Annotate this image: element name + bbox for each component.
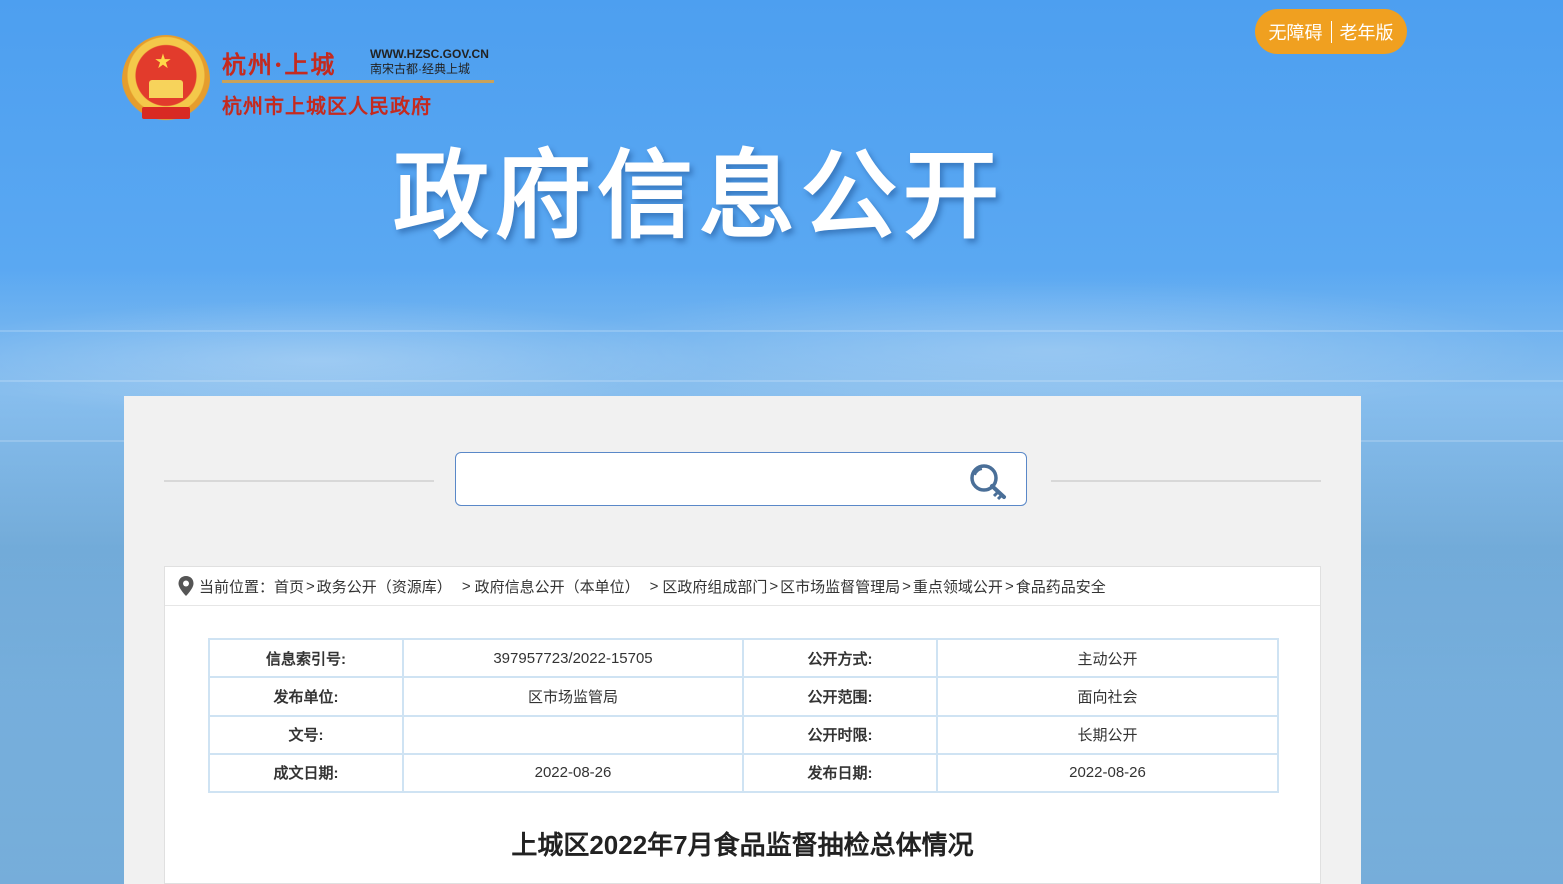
logo-url: WWW.HZSC.GOV.CN	[370, 47, 489, 61]
meta-value: 面向社会	[936, 676, 1279, 717]
breadcrumb-prefix: 当前位置：	[199, 578, 275, 596]
meta-label: 公开范围:	[742, 676, 938, 717]
meta-value: 主动公开	[936, 637, 1279, 679]
meta-label: 信息索引号:	[208, 637, 404, 679]
meta-value: 区市场监管局	[402, 676, 744, 717]
meta-label: 成文日期:	[208, 752, 404, 794]
meta-value: 397957723/2022-15705	[402, 637, 744, 679]
article-card: 当前位置： 首页 > 政务公开（资源库） > 政府信息公开（本单位） > 区政府组成部…	[164, 566, 1321, 884]
pill-divider	[1330, 20, 1332, 43]
meta-value: 2022-08-26	[936, 752, 1279, 794]
accessibility-toggle-group: 无障碍 老年版	[1255, 9, 1407, 54]
search-divider-left	[164, 480, 434, 482]
search-button[interactable]	[966, 461, 1012, 501]
search-divider-right	[1051, 480, 1321, 482]
location-pin-icon	[178, 576, 194, 596]
document-title: 上城区2022年7月食品监督抽检总体情况	[511, 830, 974, 860]
search-input[interactable]	[470, 463, 954, 497]
site-logo[interactable]: ★ 杭州·上城 WWW.HZSC.GOV.CN 南宋古都·经典上城 杭州市上城区…	[122, 35, 502, 130]
meta-label: 发布日期:	[742, 752, 938, 794]
table-row: 信息索引号: 397957723/2022-15705 公开方式: 主动公开	[208, 637, 1279, 679]
breadcrumb-market-bureau[interactable]: 区市场监督管理局	[780, 576, 900, 597]
breadcrumb-food-drug-safety[interactable]: 食品药品安全	[1016, 576, 1106, 597]
search-bar	[455, 452, 1027, 506]
accessibility-button[interactable]: 无障碍	[1269, 19, 1323, 45]
meta-label: 公开方式:	[742, 637, 938, 679]
meta-value	[402, 714, 744, 755]
breadcrumb-gov-affairs[interactable]: 政务公开（资源库）	[317, 576, 452, 597]
document-metadata-table: 信息索引号: 397957723/2022-15705 公开方式: 主动公开 发…	[208, 637, 1279, 794]
elderly-mode-button[interactable]: 老年版	[1340, 19, 1394, 45]
meta-label: 文号:	[208, 714, 404, 755]
meta-value: 长期公开	[936, 714, 1279, 755]
breadcrumb-home[interactable]: 首页	[274, 576, 304, 597]
breadcrumb: 当前位置： 首页 > 政务公开（资源库） > 政府信息公开（本单位） > 区政府组成部…	[165, 567, 1320, 606]
breadcrumb-key-areas[interactable]: 重点领域公开	[913, 576, 1003, 597]
national-emblem-icon: ★	[122, 35, 210, 125]
table-row: 成文日期: 2022-08-26 发布日期: 2022-08-26	[208, 752, 1279, 794]
table-row: 文号: 公开时限: 长期公开	[208, 714, 1279, 755]
meta-value: 2022-08-26	[402, 752, 744, 794]
meta-label: 公开时限:	[742, 714, 938, 755]
table-row: 发布单位: 区市场监管局 公开范围: 面向社会	[208, 676, 1279, 717]
content-panel: 当前位置： 首页 > 政务公开（资源库） > 政府信息公开（本单位） > 区政府组成部…	[124, 396, 1361, 884]
search-key-icon	[970, 464, 1006, 501]
logo-divider	[222, 80, 494, 83]
logo-city-name: 杭州·上城	[222, 50, 337, 79]
hero-title: 政府信息公开	[393, 140, 1005, 252]
meta-label: 发布单位:	[208, 676, 404, 717]
breadcrumb-departments[interactable]: 区政府组成部门	[662, 576, 767, 597]
breadcrumb-info-disclosure[interactable]: 政府信息公开（本单位）	[475, 576, 640, 597]
logo-government-name: 杭州市上城区人民政府	[222, 94, 432, 118]
logo-slogan: 南宋古都·经典上城	[370, 62, 470, 76]
